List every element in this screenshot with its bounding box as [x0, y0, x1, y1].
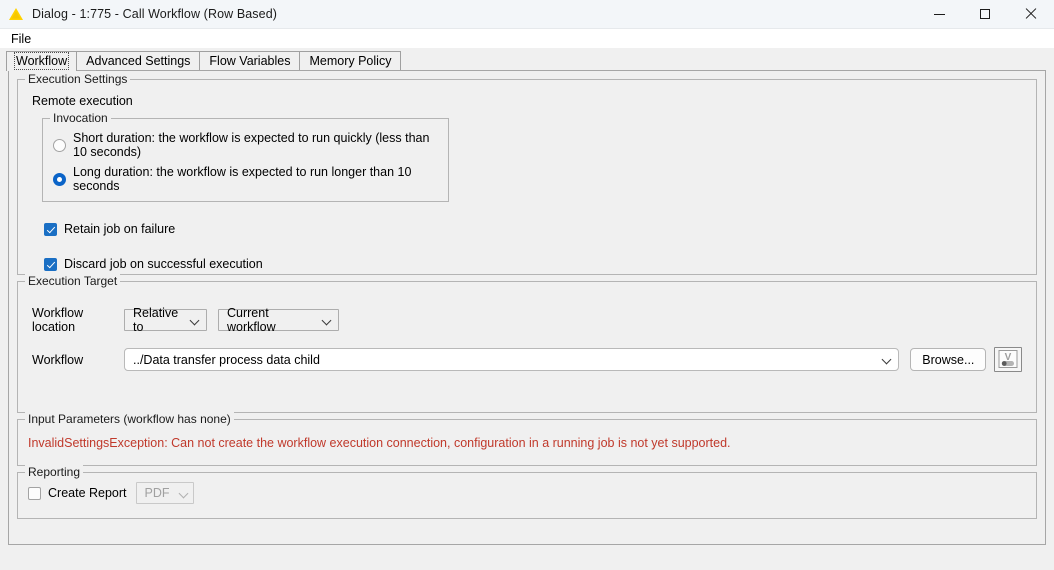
workflow-location-base-value: Current workflow [227, 306, 276, 334]
execution-settings-group: Execution Settings Remote execution Invo… [17, 72, 1037, 275]
radio-long-duration[interactable]: Long duration: the workflow is expected … [53, 165, 438, 193]
input-parameters-title: Input Parameters (workflow has none) [25, 412, 234, 426]
checkbox-retain-job-on-failure-indicator [44, 222, 57, 236]
checkbox-create-report-indicator [28, 486, 41, 500]
tab-advanced-settings[interactable]: Advanced Settings [76, 51, 201, 71]
tab-memory-policy-label: Memory Policy [309, 54, 392, 68]
menu-item-file[interactable]: File [6, 31, 36, 47]
workflow-location-row: Workflow location Relative to Current wo… [32, 306, 1022, 334]
minimize-icon [933, 13, 945, 15]
checkbox-discard-job-on-success-label: Discard job on successful execution [64, 257, 263, 271]
tab-flow-variables-label: Flow Variables [209, 54, 291, 68]
reporting-group: Reporting Create Report PDF [17, 465, 1037, 519]
workflow-row: Workflow ../Data transfer process data c… [32, 347, 1022, 372]
minimize-button[interactable] [916, 0, 962, 28]
workflow-tab-panel: Execution Settings Remote execution Invo… [8, 70, 1046, 545]
radio-short-duration[interactable]: Short duration: the workflow is expected… [53, 131, 438, 159]
invocation-group: Invocation Short duration: the workflow … [42, 111, 449, 202]
create-report-row: Create Report PDF [28, 482, 1026, 504]
workflow-location-type-value: Relative to [133, 306, 179, 334]
workflow-location-base-select[interactable]: Current workflow [218, 306, 339, 334]
execution-target-group: Execution Target Workflow location Relat… [17, 274, 1037, 413]
workflow-path-combobox[interactable]: ../Data transfer process data child [124, 348, 900, 371]
workflow-field-label: Workflow [32, 352, 84, 367]
radio-long-duration-indicator [53, 172, 66, 186]
execution-target-title: Execution Target [25, 274, 121, 288]
chevron-down-icon [191, 316, 200, 325]
radio-short-duration-indicator [53, 138, 66, 152]
title-bar: Dialog - 1:775 - Call Workflow (Row Base… [0, 0, 1054, 29]
checkbox-create-report[interactable]: Create Report [28, 486, 127, 500]
checkbox-retain-job-on-failure[interactable]: Retain job on failure [44, 222, 1022, 236]
checkbox-retain-job-on-failure-label: Retain job on failure [64, 222, 176, 236]
window-title: Dialog - 1:775 - Call Workflow (Row Base… [32, 7, 278, 21]
flow-variable-icon: V [998, 350, 1018, 368]
tab-memory-policy[interactable]: Memory Policy [299, 51, 402, 71]
checkbox-create-report-label: Create Report [48, 486, 127, 500]
workflow-path-value: ../Data transfer process data child [133, 352, 320, 367]
close-button[interactable] [1008, 0, 1054, 28]
input-parameters-group: Input Parameters (workflow has none) Inv… [17, 412, 1037, 466]
chevron-down-icon [180, 489, 189, 498]
close-icon [1025, 8, 1037, 20]
report-format-select[interactable]: PDF [135, 482, 194, 504]
report-format-value: PDF [144, 486, 170, 500]
workflow-location-type-select[interactable]: Relative to [124, 306, 207, 334]
invocation-title: Invocation [50, 111, 111, 125]
chevron-down-icon [323, 316, 332, 325]
reporting-title: Reporting [25, 465, 84, 479]
window-controls [916, 0, 1054, 28]
tab-flow-variables[interactable]: Flow Variables [199, 51, 301, 71]
chevron-down-icon [883, 355, 892, 364]
tab-workflow-label: Workflow [13, 52, 70, 70]
menu-bar: File [0, 29, 1054, 48]
workflow-location-label: Workflow location [32, 306, 84, 334]
tab-strip: Workflow Advanced Settings Flow Variable… [0, 48, 1054, 71]
remote-execution-label: Remote execution [32, 94, 133, 108]
input-parameters-error-message: InvalidSettingsException: Can not create… [28, 436, 731, 450]
radio-short-duration-label: Short duration: the workflow is expected… [73, 131, 430, 159]
maximize-button[interactable] [962, 0, 1008, 28]
flow-variable-button[interactable]: V [994, 347, 1022, 372]
maximize-icon [980, 9, 990, 19]
radio-long-duration-label: Long duration: the workflow is expected … [73, 165, 412, 193]
knime-triangle-icon [9, 8, 23, 20]
checkbox-discard-job-on-success-indicator [44, 257, 57, 271]
tab-advanced-settings-label: Advanced Settings [86, 54, 191, 68]
checkbox-discard-job-on-success[interactable]: Discard job on successful execution [44, 257, 1022, 271]
execution-settings-title: Execution Settings [25, 72, 131, 86]
tab-workflow[interactable]: Workflow [6, 51, 78, 71]
browse-button[interactable]: Browse... [910, 348, 987, 371]
browse-button-label: Browse... [922, 352, 975, 367]
